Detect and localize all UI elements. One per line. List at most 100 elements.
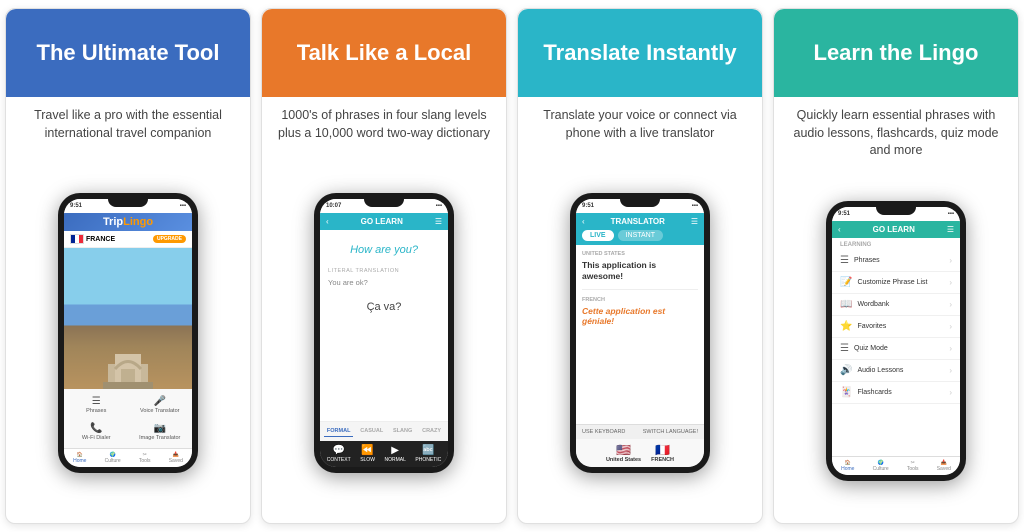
learn-item-wordbank[interactable]: 📖 Wordbank › [832,294,960,316]
panel3-title: Translate Instantly [543,40,736,66]
bottom-saved[interactable]: 📥 Saved [169,452,183,464]
phone3-app-header: ‹ TRANSLATOR ☰ [576,213,704,230]
nav-voice[interactable]: 🎤 Voice Translator [130,393,191,417]
phrase-area: How are you? LITERAL TRANSLATION You are… [320,230,448,421]
phone2-screen: 10:07 ▪▪▪ ‹ GO LEARN ☰ How are you? LITE… [320,199,448,467]
learn-item-left: ☰ Phrases [840,255,880,266]
chevron-icon-audio: › [949,366,952,375]
target-flag-item[interactable]: 🇫🇷 FRENCH [651,443,674,463]
phone1-app-header: TripLingo [64,213,192,231]
phone3-signal: ▪▪▪ [692,203,698,209]
learn-item-audio[interactable]: 🔊 Audio Lessons › [832,360,960,382]
panel2-header: Talk Like a Local [262,9,506,97]
level-formal[interactable]: FORMAL [324,426,354,437]
p4-bottom-saved[interactable]: 📥 Saved [937,460,951,472]
nav-image[interactable]: 📷 Image Translator [130,420,191,444]
learn-quiz-label: Quiz Mode [854,345,888,352]
nav-phrases[interactable]: ☰ Phrases [66,393,127,417]
panel-learn-lingo: Learn the Lingo Quickly learn essential … [773,8,1019,524]
level-slang[interactable]: SLANG [390,426,415,437]
screen3-title: TRANSLATOR [585,217,691,226]
image-translator-icon: 📷 [154,423,166,434]
p4-bottom-culture[interactable]: 🌍 Culture [873,460,889,472]
source-lang-label: UNITED STATES [582,251,698,257]
learn-items-list: ☰ Phrases › 📝 Customize Phrase List › [832,250,960,456]
ctrl-phonetic[interactable]: 🔤 PHONETIC [415,445,441,463]
panel-translate: Translate Instantly Translate your voice… [517,8,763,524]
p4-bottom-home[interactable]: 🏠 Home [841,460,854,472]
phone1-time: 9:51 [70,203,82,209]
phrases-icon: ☰ [92,396,101,407]
learn-item-flashcards[interactable]: 🃏 Flashcards › [832,382,960,404]
chevron-icon-customize: › [949,278,952,287]
phone4-signal: ▪▪▪ [948,211,954,217]
level-bar: FORMAL CASUAL SLANG CRAZY [320,421,448,441]
learn-item-phrases[interactable]: ☰ Phrases › [832,250,960,272]
panel1-phone-container: 9:51 ▪▪▪ TripLingo FRANCE UPGRADE [58,150,198,523]
us-flag-icon: 🇺🇸 [616,443,631,457]
chevron-icon-phrases: › [949,256,952,265]
bottom-home[interactable]: 🏠 Home [73,452,86,464]
wordbank-icon: 📖 [840,299,852,310]
level-crazy[interactable]: CRAZY [419,426,444,437]
main-phrase: How are you? [328,244,440,256]
phone4-bottom-bar: 🏠 Home 🌍 Culture ✂ Tools 📥 Saved [832,456,960,475]
phone3-notch [620,199,660,207]
panel4-title: Learn the Lingo [814,40,979,66]
learn-item-customize[interactable]: 📝 Customize Phrase List › [832,272,960,294]
p4-bottom-tools[interactable]: ✂ Tools [907,460,919,472]
phone1-notch [108,199,148,207]
nav-wifi-label: Wi-Fi Dialer [82,435,111,441]
learn-wordbank-label: Wordbank [857,301,889,308]
bottom-tools[interactable]: ✂ Tools [139,452,151,464]
source-flag-item[interactable]: 🇺🇸 United States [606,443,641,463]
flashcards-icon: 🃏 [840,387,852,398]
panel1-title: The Ultimate Tool [37,40,220,66]
phone4-menu-icon: ☰ [947,225,954,234]
phone4: 9:51 ▪▪▪ ‹ GO LEARN ☰ LEARNING ☰ Phrases [826,201,966,481]
wifi-dialer-icon: 📞 [90,423,102,434]
screen4-title: GO LEARN [841,225,947,234]
audio-icon: 🔊 [840,365,852,376]
learn-item-left: ☰ Quiz Mode [840,343,888,354]
chevron-icon-flashcards: › [949,388,952,397]
phone4-app-header: ‹ GO LEARN ☰ [832,221,960,238]
translator-bottom-bar: USE KEYBOARD SWITCH LANGUAGE! [576,424,704,439]
learn-audio-label: Audio Lessons [857,367,903,374]
learn-item-left: 📝 Customize Phrase List [840,277,927,288]
arc-triumph-svg [103,344,153,389]
level-casual[interactable]: CASUAL [357,426,386,437]
bottom-culture[interactable]: 🌍 Culture [105,452,121,464]
ctrl-normal[interactable]: ▶ NORMAL [384,445,405,463]
phone4-time: 9:51 [838,211,850,217]
menu-icon: ☰ [435,217,442,226]
learn-item-quiz[interactable]: ☰ Quiz Mode › [832,338,960,360]
phone1-screen: 9:51 ▪▪▪ TripLingo FRANCE UPGRADE [64,199,192,467]
switch-label[interactable]: SWITCH LANGUAGE! [643,429,698,435]
quiz-icon: ☰ [840,343,849,354]
logo-accent: Lingo [123,216,153,228]
learn-item-favorites[interactable]: ⭐ Favorites › [832,316,960,338]
customize-icon: 📝 [840,277,852,288]
phone1-signal: ▪▪▪ [180,203,186,209]
nav-phrases-label: Phrases [86,408,106,414]
phone1-nav-grid: ☰ Phrases 🎤 Voice Translator 📞 Wi-Fi Dia… [64,389,192,448]
panel2-title: Talk Like a Local [297,40,471,66]
upgrade-badge: UPGRADE [153,235,186,243]
tab-live[interactable]: LIVE [582,230,614,241]
target-text: Cette application est géniale! [582,306,698,326]
source-text: This application is awesome! [582,260,698,282]
phone2-app-header: ‹ GO LEARN ☰ [320,213,448,230]
learn-favorites-label: Favorites [857,323,886,330]
tab-instant[interactable]: INSTANT [618,230,663,241]
phone1-bottom-bar: 🏠 Home 🌍 Culture ✂ Tools 📥 Saved [64,448,192,467]
ctrl-context[interactable]: 💬 CONTEXT [327,445,351,463]
keyboard-label[interactable]: USE KEYBOARD [582,429,625,435]
ctrl-slow[interactable]: ⏪ SLOW [360,445,375,463]
learn-customize-label: Customize Phrase List [857,279,927,286]
panel-talk-local: Talk Like a Local 1000's of phrases in f… [261,8,507,524]
nav-voice-label: Voice Translator [140,408,179,414]
phone4-screen: 9:51 ▪▪▪ ‹ GO LEARN ☰ LEARNING ☰ Phrases [832,207,960,475]
nav-wifi[interactable]: 📞 Wi-Fi Dialer [66,420,127,444]
phone3-screen: 9:51 ▪▪▪ ‹ TRANSLATOR ☰ LIVE INSTANT UNI… [576,199,704,467]
